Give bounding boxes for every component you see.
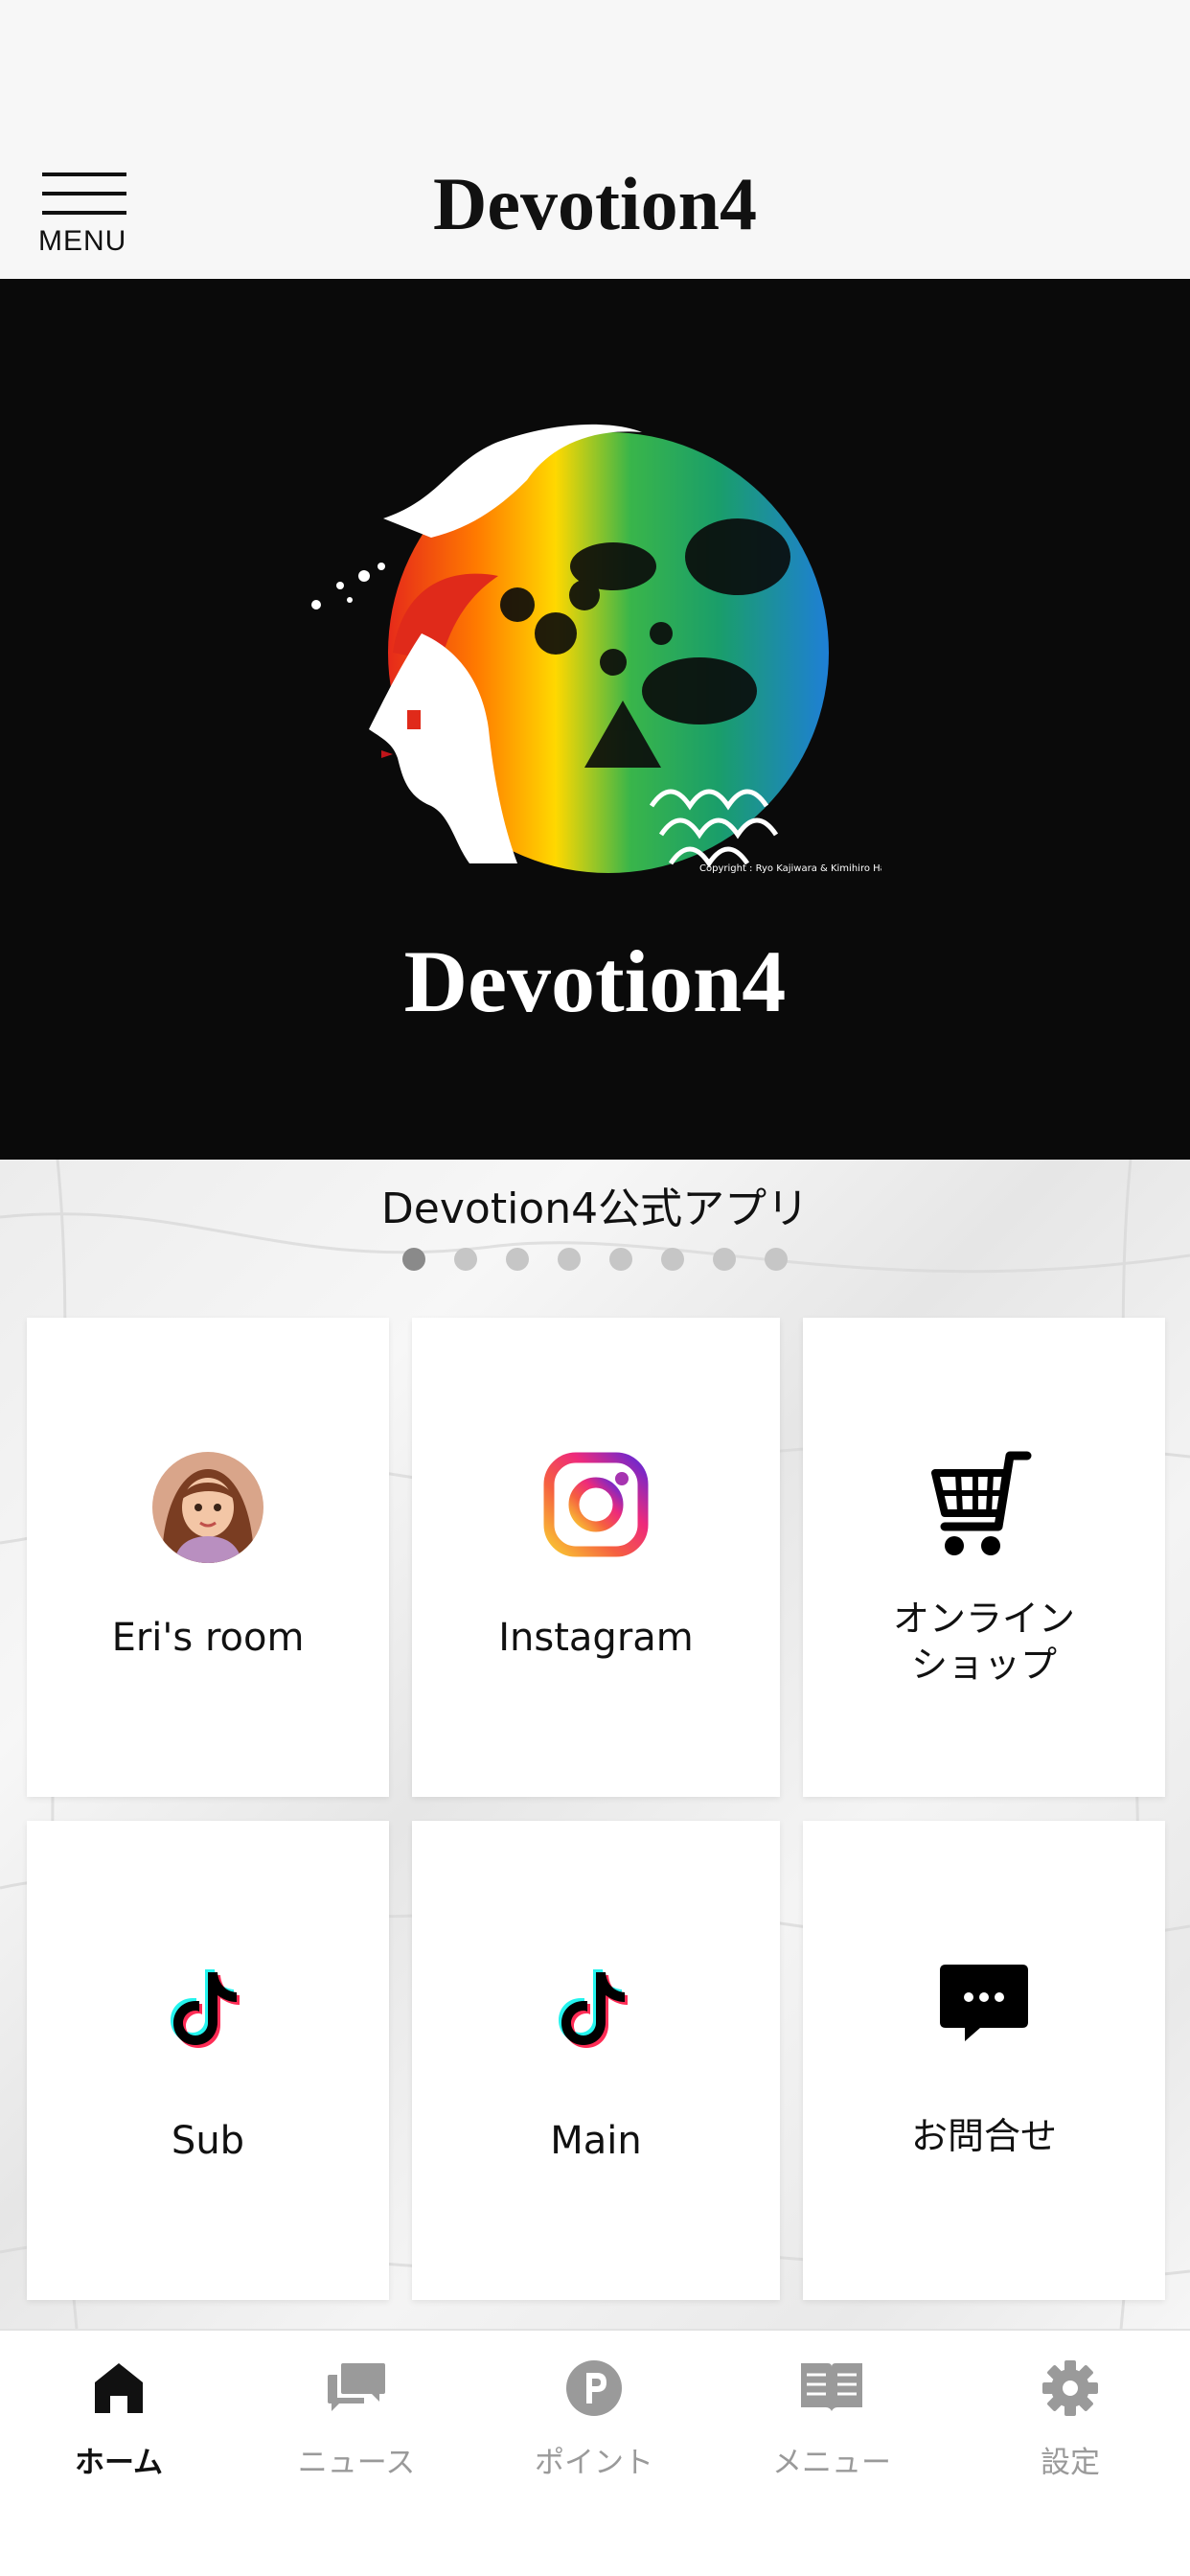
- tile-label: Eri's room: [111, 1616, 305, 1660]
- tab-news[interactable]: ニュース: [238, 2331, 475, 2522]
- tile-label: オンライン ショップ: [803, 1596, 1165, 1688]
- hero-brand-title: Devotion4: [403, 932, 787, 1030]
- pagination-dot[interactable]: [661, 1248, 684, 1271]
- pagination-dot[interactable]: [454, 1248, 477, 1271]
- tile-label: Instagram: [498, 1616, 694, 1660]
- tile-label: お問合せ: [910, 2115, 1057, 2157]
- point-icon: [566, 2360, 622, 2416]
- tile-instagram[interactable]: Instagram: [412, 1318, 780, 1797]
- tiktok-icon: [171, 1969, 240, 2048]
- pagination-dot[interactable]: [558, 1248, 581, 1271]
- carousel-pagination[interactable]: [0, 1248, 1190, 1271]
- header-logo-title: Devotion4: [433, 162, 757, 245]
- hero-banner[interactable]: Copyright : Ryo Kajiwara & Kimihiro Hara…: [0, 279, 1190, 1160]
- tile-label-line: オンライン: [892, 1598, 1075, 1640]
- pagination-dot[interactable]: [765, 1248, 788, 1271]
- pagination-dot[interactable]: [506, 1248, 529, 1271]
- gear-icon: [1042, 2360, 1098, 2416]
- tab-label: ニュース: [297, 2446, 416, 2480]
- pagination-dot[interactable]: [402, 1248, 425, 1271]
- tab-point[interactable]: ポイント: [475, 2331, 713, 2522]
- tile-label: Sub: [171, 2119, 245, 2163]
- tab-label: ポイント: [535, 2446, 653, 2480]
- instagram-icon: [543, 1452, 649, 1557]
- tab-label: 設定: [1041, 2446, 1100, 2480]
- news-icon: [328, 2363, 385, 2411]
- tile-tiktok-main[interactable]: Main: [412, 1821, 780, 2300]
- avatar-icon: [152, 1452, 263, 1563]
- shopping-cart-icon: [931, 1451, 1032, 1555]
- tab-home[interactable]: ホーム: [0, 2331, 238, 2522]
- tile-online-shop[interactable]: オンライン ショップ: [803, 1318, 1165, 1797]
- tile-label: Main: [550, 2119, 642, 2163]
- tile-eris-room[interactable]: Eri's room: [27, 1318, 389, 1797]
- app-header: MENU Devotion4: [0, 0, 1190, 279]
- tab-label: メニュー: [772, 2446, 891, 2480]
- tile-label-line: ショップ: [910, 1644, 1057, 1686]
- tab-settings[interactable]: 設定: [950, 2331, 1190, 2522]
- menu-book-icon: [801, 2363, 862, 2411]
- hero-copyright: Copyright : Ryo Kajiwara & Kimihiro Hara…: [699, 863, 881, 874]
- tile-contact[interactable]: お問合せ: [803, 1821, 1165, 2300]
- chat-bubble-icon: [940, 1965, 1028, 2041]
- tab-menu[interactable]: メニュー: [713, 2331, 950, 2522]
- hero-artwork-logo: Copyright : Ryo Kajiwara & Kimihiro Hara…: [311, 424, 881, 874]
- pagination-dot[interactable]: [713, 1248, 736, 1271]
- home-icon: [95, 2363, 143, 2413]
- tab-label: ホーム: [74, 2446, 164, 2480]
- tiktok-icon: [559, 1969, 628, 2048]
- tile-tiktok-sub[interactable]: Sub: [27, 1821, 389, 2300]
- bottom-tab-bar: ホーム ニュース ポイント メニュー 設定: [0, 2329, 1190, 2576]
- pagination-dot[interactable]: [609, 1248, 632, 1271]
- content-area: Devotion4公式アプリ Eri's room Instagram オンライ…: [0, 1160, 1190, 2329]
- carousel-title: Devotion4公式アプリ: [380, 1184, 810, 1233]
